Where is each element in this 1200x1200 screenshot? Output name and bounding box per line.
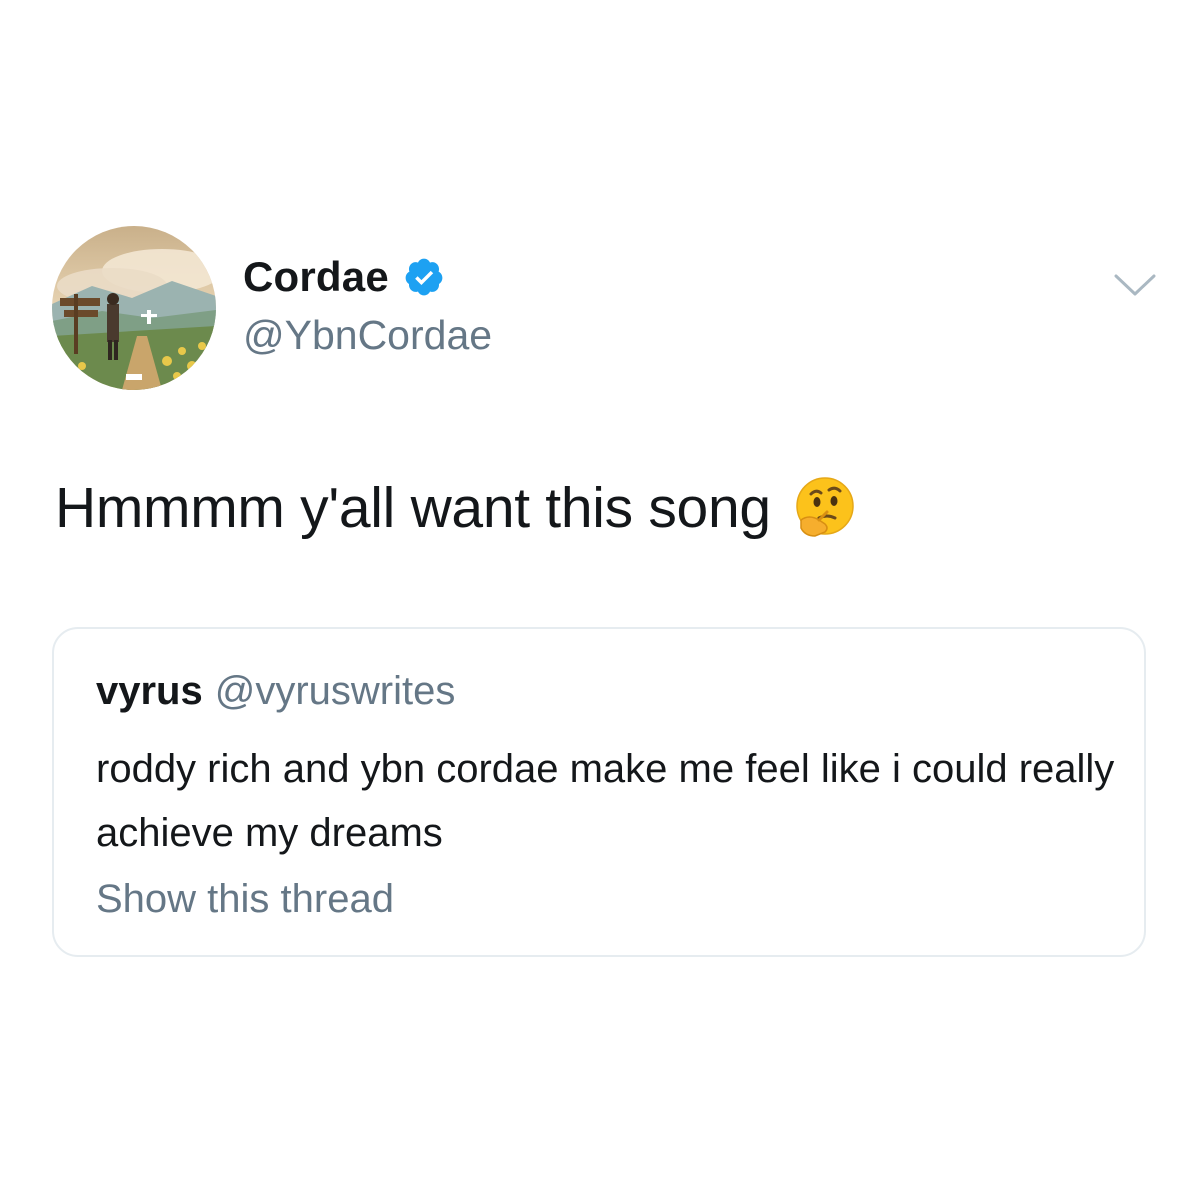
quoted-author-name: vyrus [96,669,203,713]
verified-badge-icon [403,256,445,298]
thinking-face-icon [791,474,859,542]
tweet-body: Hmmmm y'all want this song [55,474,859,542]
tweet-text: Hmmmm y'all want this song [55,476,771,540]
quoted-author-handle: @vyruswrites [214,669,456,713]
author-handle[interactable]: @YbnCordae [243,312,492,359]
author-display-name[interactable]: Cordae [243,253,389,301]
show-thread-link[interactable]: Show this thread [96,877,394,922]
tweet-card: Cordae @YbnCordae Hmmmm y'all want this … [0,0,1200,1200]
author-name-row: Cordae [243,250,445,304]
quoted-tweet-text: roddy rich and ybn cordae make me feel l… [96,747,1115,855]
chevron-down-icon[interactable] [1112,270,1158,300]
quoted-tweet-header: vyrus @vyruswrites [96,669,455,714]
avatar-image [52,226,216,390]
quoted-tweet-card[interactable]: vyrus @vyruswrites roddy rich and ybn cor… [52,627,1146,957]
author-avatar[interactable] [52,226,216,390]
